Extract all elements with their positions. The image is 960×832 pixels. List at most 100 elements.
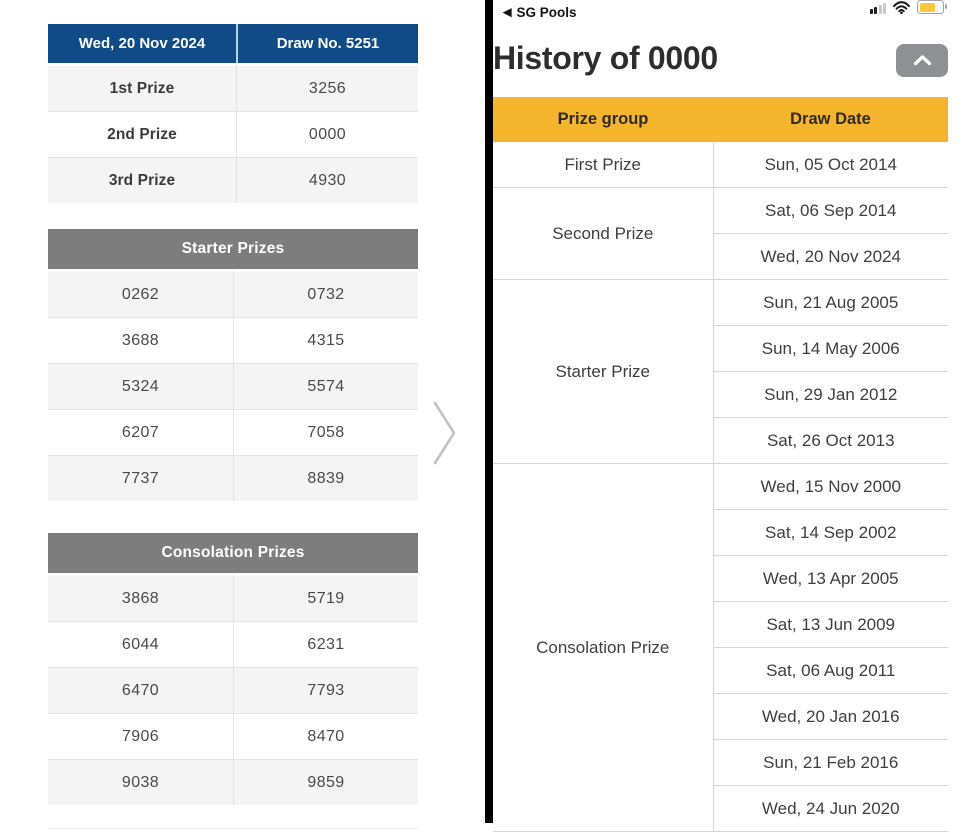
draw-date-cell: Wed, 20 Nov 2024 xyxy=(713,234,948,280)
screenshot-root: Wed, 20 Nov 2024 Draw No. 5251 1st Prize… xyxy=(0,0,960,823)
starter-prizes-body: 0262073236884315532455746207705877378839 xyxy=(48,269,418,501)
prize-number: 5719 xyxy=(233,573,418,621)
top-prize-row: 2nd Prize0000 xyxy=(48,111,418,157)
starter-prizes-table: Starter Prizes 0262073236884315532455746… xyxy=(48,229,418,501)
draw-date-cell: Sun, 21 Aug 2005 xyxy=(713,280,948,326)
prize-group-cell: Consolation Prize xyxy=(493,464,713,832)
draw-number-header: Draw No. 5251 xyxy=(236,24,418,63)
prize-number-row: 90389859 xyxy=(48,759,418,805)
prize-group-cell: Second Prize xyxy=(493,188,713,280)
section-spacer xyxy=(48,501,418,533)
prize-number-row: 79068470 xyxy=(48,713,418,759)
prize-number: 0000 xyxy=(236,111,418,157)
prize-number: 0262 xyxy=(48,269,233,317)
history-table: Prize group Draw Date First PrizeSun, 05… xyxy=(493,97,948,832)
top-prizes-body: 1st Prize32562nd Prize00003rd Prize4930 xyxy=(48,63,418,203)
history-row: First PrizeSun, 05 Oct 2014 xyxy=(493,142,948,188)
back-to-app-button[interactable]: ◀ SG Pools xyxy=(503,5,576,20)
draw-date-cell: Sun, 29 Jan 2012 xyxy=(713,372,948,418)
prize-number: 9038 xyxy=(48,759,233,805)
draw-date-cell: Wed, 15 Nov 2000 xyxy=(713,464,948,510)
carousel-next-button[interactable] xyxy=(428,399,462,467)
top-prize-row: 1st Prize3256 xyxy=(48,63,418,111)
draw-date-cell: Sat, 06 Aug 2011 xyxy=(713,648,948,694)
prize-number: 3868 xyxy=(48,573,233,621)
history-header-row: Prize group Draw Date xyxy=(493,97,948,142)
prize-number-row: 53245574 xyxy=(48,363,418,409)
prize-number-row: 62077058 xyxy=(48,409,418,455)
prize-number: 5574 xyxy=(233,363,418,409)
history-row: Second PrizeSat, 06 Sep 2014 xyxy=(493,188,948,234)
history-row: Starter PrizeSun, 21 Aug 2005 xyxy=(493,280,948,326)
draw-date-cell: Sat, 06 Sep 2014 xyxy=(713,188,948,234)
prize-number-row: 38685719 xyxy=(48,573,418,621)
prize-number-row: 36884315 xyxy=(48,317,418,363)
prize-number: 7737 xyxy=(48,455,233,501)
prize-number: 6231 xyxy=(233,621,418,667)
prize-group-column-header: Prize group xyxy=(493,97,713,142)
prize-number: 7058 xyxy=(233,409,418,455)
draw-results-table: Wed, 20 Nov 2024 Draw No. 5251 1st Prize… xyxy=(48,24,418,203)
prize-number: 3256 xyxy=(236,63,418,111)
prize-label: 1st Prize xyxy=(48,63,236,111)
consolation-prizes-header-row: Consolation Prizes xyxy=(48,533,418,573)
draw-date-cell: Sun, 21 Feb 2016 xyxy=(713,740,948,786)
draw-date-cell: Sun, 05 Oct 2014 xyxy=(713,142,948,188)
cellular-signal-icon xyxy=(870,2,887,14)
draw-date-cell: Sat, 26 Oct 2013 xyxy=(713,418,948,464)
prize-label: 3rd Prize xyxy=(48,157,236,203)
back-arrow-icon: ◀ xyxy=(503,8,511,19)
prize-number: 6470 xyxy=(48,667,233,713)
prize-number: 0732 xyxy=(233,269,418,317)
draw-date-cell: Sat, 14 Sep 2002 xyxy=(713,510,948,556)
table-tail-spacer xyxy=(48,805,418,829)
prize-number: 6044 xyxy=(48,621,233,667)
prize-number-row: 77378839 xyxy=(48,455,418,501)
prize-number-row: 02620732 xyxy=(48,269,418,317)
prize-number-row: 64707793 xyxy=(48,667,418,713)
prize-number: 8839 xyxy=(233,455,418,501)
consolation-prizes-body: 3868571960446231647077937906847090389859 xyxy=(48,573,418,805)
draw-date-cell: Wed, 24 Jun 2020 xyxy=(713,786,948,832)
scroll-top-button[interactable] xyxy=(896,44,948,77)
consolation-prizes-table: Consolation Prizes 386857196044623164707… xyxy=(48,533,418,805)
prize-number: 7906 xyxy=(48,713,233,759)
title-row: History of 0000 xyxy=(493,28,960,97)
prize-number: 3688 xyxy=(48,317,233,363)
battery-icon xyxy=(917,0,944,14)
prize-group-cell: First Prize xyxy=(493,142,713,188)
history-panel: ◀ SG Pools History of 0000 xyxy=(493,0,960,823)
prize-number: 9859 xyxy=(233,759,418,805)
chevron-right-icon xyxy=(432,400,458,466)
draw-date-column-header: Draw Date xyxy=(713,97,948,142)
prize-group-cell: Starter Prize xyxy=(493,280,713,464)
draw-results-header-row: Wed, 20 Nov 2024 Draw No. 5251 xyxy=(48,24,418,63)
section-spacer xyxy=(48,203,418,229)
prize-number: 4930 xyxy=(236,157,418,203)
draw-date-cell: Sun, 14 May 2006 xyxy=(713,326,948,372)
draw-date-header: Wed, 20 Nov 2024 xyxy=(48,24,236,63)
back-label: SG Pools xyxy=(516,5,576,20)
page-title: History of 0000 xyxy=(493,40,718,77)
starter-prizes-header-row: Starter Prizes xyxy=(48,229,418,269)
prize-number: 4315 xyxy=(233,317,418,363)
prize-number: 6207 xyxy=(48,409,233,455)
draw-date-cell: Wed, 13 Apr 2005 xyxy=(713,556,948,602)
status-bar: ◀ SG Pools xyxy=(493,0,960,28)
history-table-body: First PrizeSun, 05 Oct 2014Second PrizeS… xyxy=(493,142,948,832)
chevron-up-icon xyxy=(913,55,932,66)
prize-number: 8470 xyxy=(233,713,418,759)
consolation-prizes-title: Consolation Prizes xyxy=(48,533,418,573)
wifi-icon xyxy=(893,1,910,14)
starter-prizes-title: Starter Prizes xyxy=(48,229,418,269)
prize-label: 2nd Prize xyxy=(48,111,236,157)
top-prize-row: 3rd Prize4930 xyxy=(48,157,418,203)
history-row: Consolation PrizeWed, 15 Nov 2000 xyxy=(493,464,948,510)
draw-date-cell: Wed, 20 Jan 2016 xyxy=(713,694,948,740)
panel-divider xyxy=(485,0,493,823)
draw-date-cell: Sat, 13 Jun 2009 xyxy=(713,602,948,648)
prize-number-row: 60446231 xyxy=(48,621,418,667)
prize-number: 5324 xyxy=(48,363,233,409)
prize-number: 7793 xyxy=(233,667,418,713)
draw-results-panel: Wed, 20 Nov 2024 Draw No. 5251 1st Prize… xyxy=(48,24,418,829)
